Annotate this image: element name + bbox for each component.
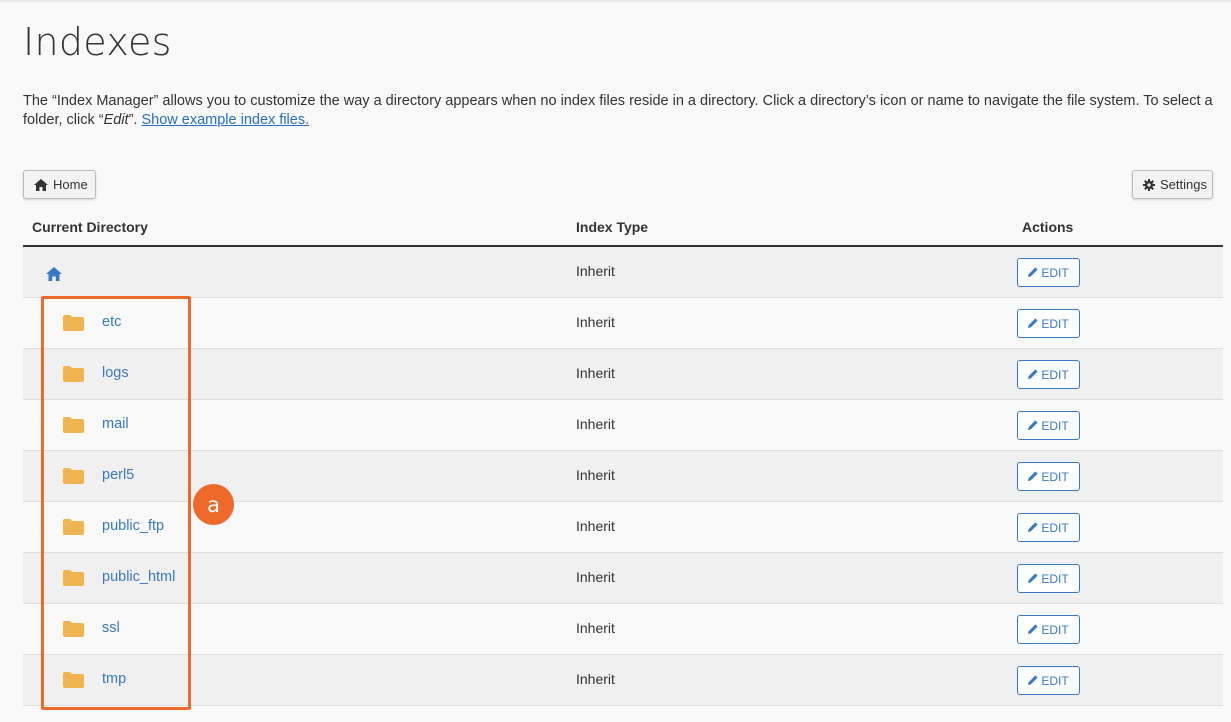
home-button-label: Home: [53, 177, 88, 192]
top-shadow: [0, 0, 1231, 3]
index-type-value: Inherit: [576, 314, 615, 330]
edit-button[interactable]: EDIT: [1017, 666, 1080, 695]
description-edit-em: Edit: [103, 112, 129, 128]
edit-button-label: EDIT: [1041, 520, 1069, 535]
table-header: Current Directory Index Type Actions: [23, 208, 1223, 247]
description-line-1: The “Index Manager” allows you to custom…: [23, 93, 1213, 109]
index-type-value: Inherit: [576, 569, 615, 585]
header-index-type: Index Type: [576, 219, 649, 235]
home-button[interactable]: Home: [23, 170, 96, 199]
home-directory-icon[interactable]: [46, 267, 62, 284]
header-actions: Actions: [1022, 219, 1074, 235]
show-example-index-files-link[interactable]: Show example index files.: [141, 112, 309, 128]
index-type-value: Inherit: [576, 365, 615, 381]
edit-button-label: EDIT: [1041, 469, 1069, 484]
index-type-value: Inherit: [576, 620, 615, 636]
pencil-icon: [1028, 470, 1038, 484]
table-row: ssl Inherit EDIT: [23, 604, 1223, 655]
edit-button[interactable]: EDIT: [1017, 258, 1080, 287]
table-row: public_html Inherit EDIT: [23, 553, 1223, 604]
pencil-icon: [1028, 572, 1038, 586]
edit-button-label: EDIT: [1041, 673, 1069, 688]
description-suffix: ”.: [128, 112, 142, 128]
description-prefix: folder, click “: [23, 112, 104, 128]
edit-button[interactable]: EDIT: [1017, 360, 1080, 389]
table-row: logs Inherit EDIT: [23, 349, 1223, 400]
index-type-value: Inherit: [576, 671, 615, 687]
highlight-annotation-box: [41, 296, 191, 710]
page-description: The “Index Manager” allows you to custom…: [23, 92, 1228, 130]
edit-button-label: EDIT: [1041, 316, 1069, 331]
edit-button-label: EDIT: [1041, 418, 1069, 433]
edit-button[interactable]: EDIT: [1017, 462, 1080, 491]
index-type-value: Inherit: [576, 263, 615, 279]
page-title: Indexes: [23, 20, 172, 64]
table-row: mail Inherit EDIT: [23, 400, 1223, 451]
pencil-icon: [1028, 317, 1038, 331]
edit-button-label: EDIT: [1041, 265, 1069, 280]
edit-button[interactable]: EDIT: [1017, 615, 1080, 644]
edit-button-label: EDIT: [1041, 622, 1069, 637]
pencil-icon: [1028, 368, 1038, 382]
table-row: tmp Inherit EDIT: [23, 655, 1223, 706]
pencil-icon: [1028, 674, 1038, 688]
pencil-icon: [1028, 419, 1038, 433]
pencil-icon: [1028, 266, 1038, 280]
edit-button[interactable]: EDIT: [1017, 513, 1080, 542]
index-type-value: Inherit: [576, 518, 615, 534]
table-body: Inherit EDIT etc Inherit EDIT logs Inherit EDIT…: [23, 247, 1223, 706]
pencil-icon: [1028, 623, 1038, 637]
index-type-value: Inherit: [576, 416, 615, 432]
edit-button-label: EDIT: [1041, 571, 1069, 586]
gear-icon: [1143, 178, 1155, 191]
edit-button[interactable]: EDIT: [1017, 564, 1080, 593]
settings-button[interactable]: Settings: [1132, 170, 1213, 199]
edit-button[interactable]: EDIT: [1017, 309, 1080, 338]
callout-badge: a: [193, 484, 234, 525]
description-line-2: folder, click “Edit”. Show example index…: [23, 111, 1228, 130]
index-table: Current Directory Index Type Actions Inh…: [23, 208, 1223, 706]
header-current-directory: Current Directory: [32, 219, 148, 235]
pencil-icon: [1028, 521, 1038, 535]
home-icon: [34, 178, 48, 191]
settings-button-label: Settings: [1160, 177, 1207, 192]
table-row: Inherit EDIT: [23, 247, 1223, 298]
edit-button-label: EDIT: [1041, 367, 1069, 382]
index-type-value: Inherit: [576, 467, 615, 483]
table-row: etc Inherit EDIT: [23, 298, 1223, 349]
edit-button[interactable]: EDIT: [1017, 411, 1080, 440]
